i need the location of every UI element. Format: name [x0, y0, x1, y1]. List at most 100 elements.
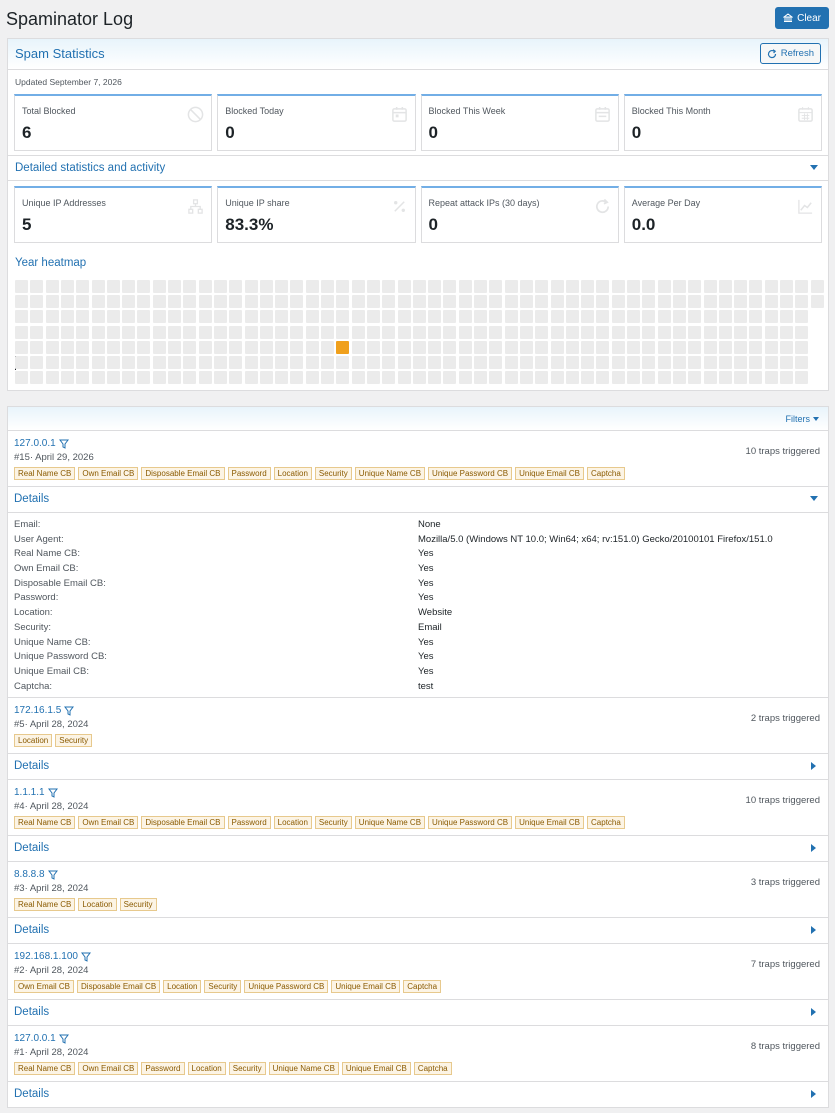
heatmap-cell[interactable]: [152, 356, 166, 369]
heatmap-cell[interactable]: [581, 340, 595, 354]
heatmap-cell[interactable]: [734, 295, 748, 309]
heatmap-cell[interactable]: [122, 371, 136, 385]
heatmap-cell[interactable]: [672, 295, 686, 309]
heatmap-cell[interactable]: [718, 280, 732, 293]
heatmap-cell[interactable]: [137, 371, 151, 385]
heatmap-cell[interactable]: [45, 340, 59, 354]
heatmap-cell[interactable]: [565, 310, 579, 324]
heatmap-cell[interactable]: [106, 371, 120, 385]
heatmap-cell[interactable]: [535, 356, 549, 369]
heatmap-cell[interactable]: [780, 280, 793, 293]
heatmap-cell[interactable]: [244, 310, 258, 324]
heatmap-cell[interactable]: [565, 340, 579, 354]
heatmap-cell[interactable]: [244, 295, 258, 309]
heatmap-cell[interactable]: [275, 280, 289, 293]
heatmap-cell[interactable]: [336, 280, 350, 293]
heatmap-cell[interactable]: [45, 371, 59, 385]
ip-link[interactable]: 127.0.0.1: [14, 1033, 69, 1044]
heatmap-cell[interactable]: [718, 356, 732, 369]
heatmap-cell[interactable]: [60, 371, 74, 385]
heatmap-cell[interactable]: [321, 295, 334, 309]
heatmap-cell[interactable]: [672, 280, 686, 293]
heatmap-cell[interactable]: [60, 295, 74, 309]
heatmap-cell[interactable]: [366, 280, 380, 293]
heatmap-cell[interactable]: [259, 371, 273, 385]
heatmap-cell[interactable]: [15, 295, 28, 309]
details-toggle[interactable]: Details: [8, 486, 828, 512]
heatmap-cell[interactable]: [611, 325, 625, 339]
heatmap-cell[interactable]: [351, 295, 365, 309]
heatmap-cell[interactable]: [351, 280, 365, 293]
heatmap-cell[interactable]: [718, 325, 732, 339]
heatmap-cell[interactable]: [504, 356, 518, 369]
heatmap-cell[interactable]: [718, 310, 732, 324]
heatmap-cell[interactable]: [596, 325, 610, 339]
heatmap-cell[interactable]: [443, 325, 457, 339]
heatmap-cell[interactable]: [489, 310, 503, 324]
heatmap-cell[interactable]: [168, 371, 181, 385]
heatmap-cell[interactable]: [290, 310, 304, 324]
heatmap-cell[interactable]: [519, 310, 533, 324]
heatmap-cell[interactable]: [458, 280, 472, 293]
heatmap-cell[interactable]: [718, 295, 732, 309]
heatmap-cell[interactable]: [596, 356, 610, 369]
heatmap-cell[interactable]: [627, 356, 640, 369]
heatmap-cell[interactable]: [474, 325, 487, 339]
heatmap-cell[interactable]: [30, 371, 44, 385]
heatmap-cell[interactable]: [366, 295, 380, 309]
heatmap-cell[interactable]: [382, 280, 396, 293]
heatmap-cell[interactable]: [351, 356, 365, 369]
heatmap-cell[interactable]: [627, 340, 640, 354]
heatmap-cell[interactable]: [443, 310, 457, 324]
heatmap-cell[interactable]: [550, 295, 564, 309]
details-toggle[interactable]: Details: [8, 999, 828, 1025]
heatmap-cell[interactable]: [749, 340, 763, 354]
details-toggle[interactable]: Details: [8, 753, 828, 779]
heatmap-cell[interactable]: [137, 310, 151, 324]
heatmap-cell[interactable]: [15, 280, 28, 293]
heatmap-cell[interactable]: [275, 325, 289, 339]
heatmap-cell[interactable]: [366, 340, 380, 354]
heatmap-cell[interactable]: [764, 340, 778, 354]
heatmap-cell[interactable]: [535, 371, 549, 385]
heatmap-cell[interactable]: [76, 280, 90, 293]
heatmap-cell[interactable]: [259, 310, 273, 324]
heatmap-cell[interactable]: [137, 356, 151, 369]
heatmap-cell[interactable]: [168, 356, 181, 369]
heatmap-cell[interactable]: [305, 295, 319, 309]
heatmap-cell[interactable]: [397, 310, 411, 324]
heatmap-cell[interactable]: [336, 340, 350, 354]
heatmap-cell[interactable]: [489, 356, 503, 369]
heatmap-cell[interactable]: [443, 340, 457, 354]
heatmap-cell[interactable]: [504, 295, 518, 309]
heatmap-cell[interactable]: [550, 356, 564, 369]
heatmap-cell[interactable]: [183, 356, 197, 369]
heatmap-cell[interactable]: [596, 310, 610, 324]
filter-icon[interactable]: [64, 706, 75, 716]
heatmap-cell[interactable]: [642, 295, 656, 309]
heatmap-cell[interactable]: [213, 325, 227, 339]
heatmap-cell[interactable]: [795, 325, 809, 339]
heatmap-cell[interactable]: [519, 280, 533, 293]
heatmap-cell[interactable]: [718, 371, 732, 385]
heatmap-cell[interactable]: [45, 356, 59, 369]
heatmap-cell[interactable]: [106, 325, 120, 339]
heatmap-cell[interactable]: [550, 310, 564, 324]
heatmap-cell[interactable]: [106, 310, 120, 324]
heatmap-cell[interactable]: [382, 371, 396, 385]
heatmap-cell[interactable]: [366, 371, 380, 385]
heatmap-cell[interactable]: [611, 356, 625, 369]
heatmap-cell[interactable]: [611, 295, 625, 309]
heatmap-cell[interactable]: [443, 371, 457, 385]
heatmap-cell[interactable]: [45, 280, 59, 293]
heatmap-cell[interactable]: [397, 280, 411, 293]
heatmap-cell[interactable]: [30, 295, 44, 309]
heatmap-cell[interactable]: [657, 325, 671, 339]
heatmap-cell[interactable]: [60, 310, 74, 324]
heatmap-cell[interactable]: [152, 340, 166, 354]
heatmap-cell[interactable]: [351, 340, 365, 354]
heatmap-cell[interactable]: [351, 371, 365, 385]
ip-address[interactable]: 192.168.1.100: [14, 951, 78, 962]
heatmap-cell[interactable]: [428, 340, 442, 354]
heatmap-cell[interactable]: [321, 340, 334, 354]
